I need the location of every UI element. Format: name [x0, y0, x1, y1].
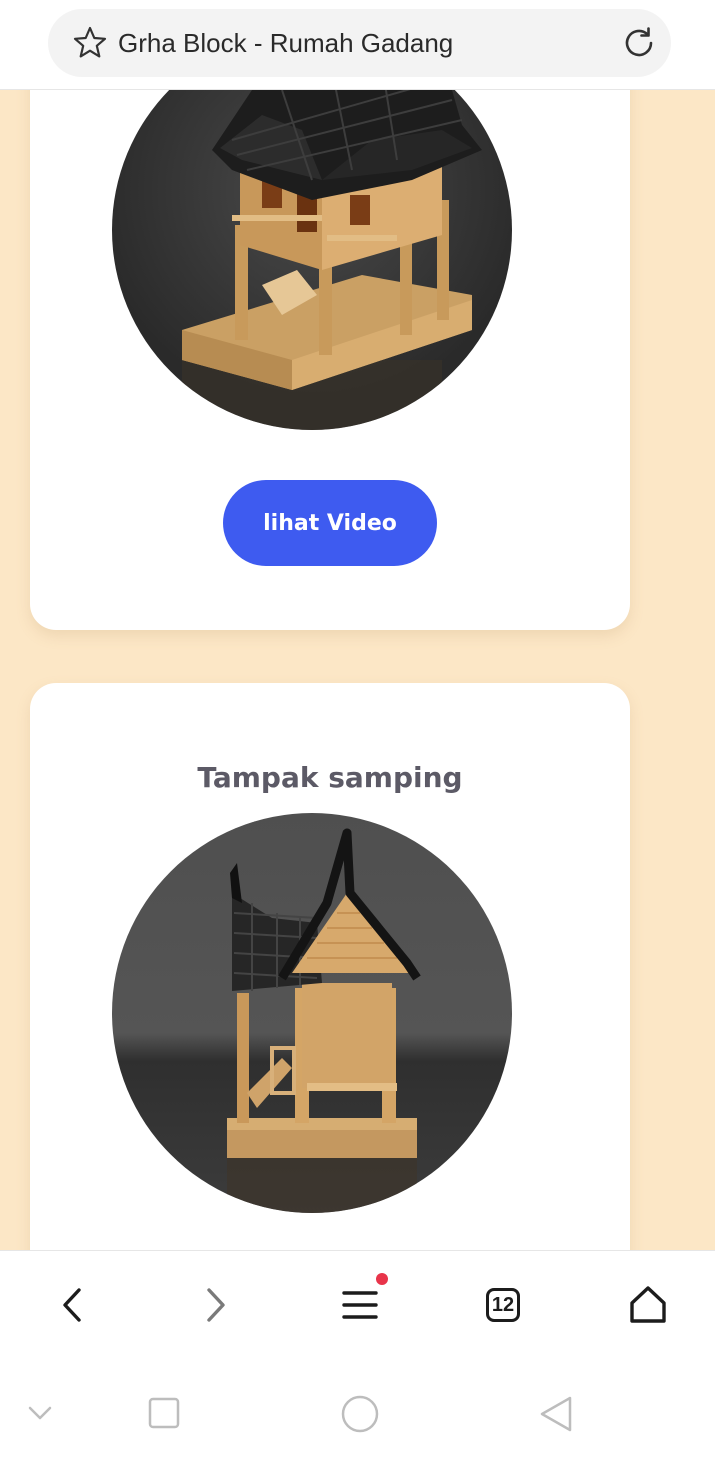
section-title: Tampak samping: [197, 761, 463, 794]
home-circle-icon[interactable]: [335, 1388, 385, 1438]
address-bar[interactable]: Grha Block - Rumah Gadang: [48, 9, 671, 77]
house-view-card: lihat Video: [30, 90, 630, 630]
star-icon[interactable]: [72, 25, 108, 61]
tabs-button[interactable]: 12: [478, 1279, 530, 1331]
notification-dot: [376, 1273, 388, 1285]
home-button[interactable]: [622, 1279, 674, 1331]
menu-icon: [342, 1291, 378, 1319]
page-title[interactable]: Grha Block - Rumah Gadang: [118, 9, 453, 77]
tabs-icon: 12: [486, 1288, 520, 1322]
house-side-image: [112, 813, 512, 1213]
forward-button[interactable]: [190, 1279, 242, 1331]
page-content[interactable]: lihat Video Tampak samping: [0, 90, 715, 1250]
browser-top-bar: Grha Block - Rumah Gadang: [0, 0, 715, 90]
system-nav-bar: [0, 1360, 715, 1462]
recents-icon[interactable]: [139, 1388, 189, 1438]
back-triangle-icon[interactable]: [530, 1388, 580, 1438]
back-icon: [63, 1288, 81, 1322]
watch-video-button[interactable]: lihat Video: [223, 480, 437, 566]
browser-bottom-bar: 12: [0, 1250, 715, 1360]
house-side-view-card: Tampak samping: [30, 683, 630, 1250]
menu-button[interactable]: [334, 1273, 388, 1331]
collapse-icon[interactable]: [15, 1388, 65, 1438]
reload-icon[interactable]: [621, 25, 657, 61]
forward-icon: [207, 1288, 225, 1322]
home-icon: [630, 1286, 666, 1323]
house-front-image: [112, 90, 512, 430]
back-button[interactable]: [46, 1279, 98, 1331]
